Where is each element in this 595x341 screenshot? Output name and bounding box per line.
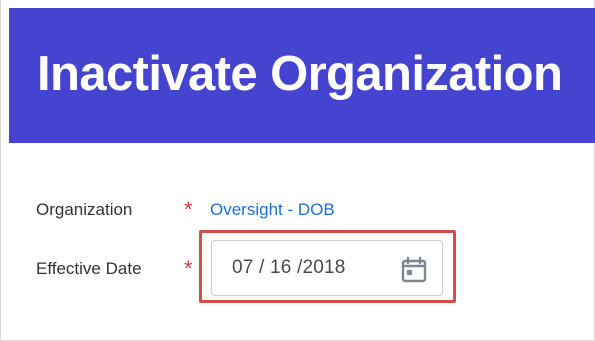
effective-date-required-marker: * — [184, 256, 193, 281]
effective-date-input[interactable]: 07 / 16 /2018 — [211, 240, 443, 296]
organization-required-marker: * — [184, 197, 193, 222]
organization-label: Organization — [36, 200, 133, 219]
page-title: Inactivate Organization — [37, 47, 563, 101]
effective-date-value: 07 / 16 /2018 — [232, 257, 346, 278]
page-header: Inactivate Organization — [9, 8, 595, 143]
organization-link[interactable]: Oversight - DOB — [210, 200, 335, 220]
effective-date-label: Effective Date — [36, 259, 142, 278]
calendar-icon[interactable] — [398, 254, 430, 286]
inactivate-organization-page: Inactivate Organization Organization * O… — [0, 0, 595, 341]
